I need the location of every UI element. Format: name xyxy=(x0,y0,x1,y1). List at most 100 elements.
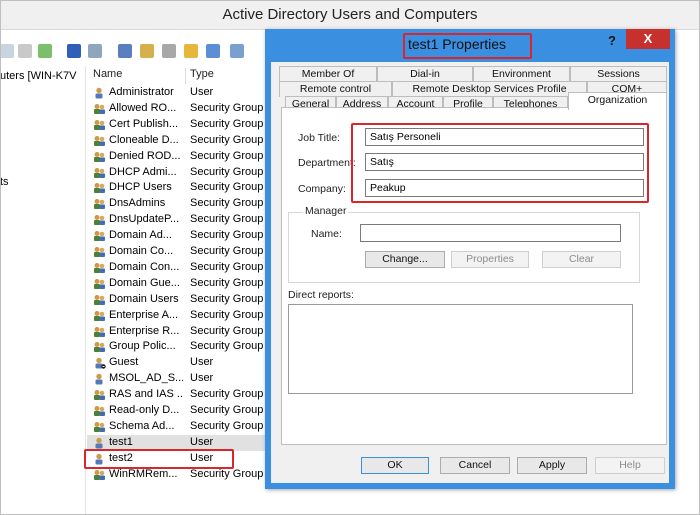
list-row[interactable]: RAS and IAS ... Security Group xyxy=(87,387,267,403)
list-row[interactable]: Enterprise A... Security Group xyxy=(87,308,267,324)
row-type: Security Group xyxy=(190,467,264,480)
list-row[interactable]: Enterprise R... Security Group xyxy=(87,324,267,340)
row-type: Security Group xyxy=(190,181,264,194)
row-type: Security Group xyxy=(190,404,264,416)
list-row[interactable]: Cert Publish... Security Group xyxy=(87,117,267,133)
direct-reports-label: Direct reports: xyxy=(288,289,354,301)
properties-button[interactable]: Properties xyxy=(451,251,529,268)
list-row[interactable]: Domain Gue... Security Group xyxy=(87,276,267,292)
list-row[interactable]: Allowed RO... Security Group xyxy=(87,101,267,117)
list-row[interactable]: DHCP Admi... Security Group xyxy=(87,165,267,181)
list-row[interactable]: WinRMRem... Security Group xyxy=(87,467,267,483)
cancel-button[interactable]: Cancel xyxy=(440,457,510,474)
list-row[interactable]: Administrator User xyxy=(87,85,267,101)
row-name: DnsUpdateP... xyxy=(109,213,180,226)
list-row[interactable]: Denied ROD... Security Group xyxy=(87,149,267,165)
list-row[interactable]: DHCP Users Security Group xyxy=(87,180,267,196)
company-field[interactable]: Peakup xyxy=(365,179,644,197)
row-name: Schema Ad... xyxy=(109,419,175,432)
tab-remote-desktop-profile[interactable]: Remote Desktop Services Profile xyxy=(392,81,587,97)
help-icon[interactable]: ? xyxy=(605,33,619,48)
row-type: Security Group xyxy=(190,419,264,432)
department-label: Department: xyxy=(298,157,356,169)
tab-dial-in[interactable]: Dial-in xyxy=(377,66,473,82)
manager-name-field[interactable] xyxy=(360,224,621,242)
group-icon xyxy=(93,246,106,258)
group-icon xyxy=(93,262,106,274)
list-row[interactable]: Domain Users Security Group xyxy=(87,292,267,308)
row-name: Domain Gue... xyxy=(109,276,180,289)
group-icon xyxy=(93,214,106,226)
new-group-icon[interactable] xyxy=(140,44,154,58)
apply-button[interactable]: Apply xyxy=(517,457,587,474)
tree-item[interactable]: ts xyxy=(0,176,9,188)
column-header-name[interactable]: Name xyxy=(93,68,122,84)
new-user-icon[interactable] xyxy=(118,44,132,58)
list-row[interactable]: Guest User xyxy=(87,355,267,371)
tab-remote-control[interactable]: Remote control xyxy=(279,81,392,97)
list-row[interactable]: Schema Ad... Security Group xyxy=(87,419,267,435)
list-row[interactable]: DnsAdmins Security Group xyxy=(87,196,267,212)
tab-sessions[interactable]: Sessions xyxy=(570,66,667,82)
group-icon xyxy=(93,310,106,322)
toolbar xyxy=(0,40,270,64)
find-icon[interactable] xyxy=(206,44,220,58)
column-header-type[interactable]: Type xyxy=(190,68,214,84)
back-icon[interactable] xyxy=(0,44,14,58)
group-icon xyxy=(93,389,106,401)
job-title-field[interactable]: Satış Personeli xyxy=(365,128,644,146)
row-name: test2 xyxy=(109,451,133,464)
row-type: User xyxy=(190,356,214,369)
tab-organization[interactable]: Organization xyxy=(568,92,667,110)
list-row[interactable]: DnsUpdateP... Security Group xyxy=(87,212,267,228)
row-type: Security Group xyxy=(190,260,264,273)
row-name: Read-only D... xyxy=(109,404,180,416)
group-icon xyxy=(93,119,106,131)
row-name: DnsAdmins xyxy=(109,197,166,210)
change-button[interactable]: Change... xyxy=(365,251,445,268)
list-row[interactable]: Domain Ad... Security Group xyxy=(87,228,267,244)
new-ou-icon[interactable] xyxy=(162,44,176,58)
row-name: DHCP Users xyxy=(109,181,172,194)
row-name: RAS and IAS ... xyxy=(109,388,183,401)
manager-name-label: Name: xyxy=(311,228,342,240)
help-icon[interactable] xyxy=(67,44,81,58)
list-row[interactable]: MSOL_AD_S... User xyxy=(87,371,267,387)
row-name: Cert Publish... xyxy=(109,117,179,130)
list-row[interactable]: Domain Con... Security Group xyxy=(87,260,267,276)
user-icon xyxy=(93,87,106,99)
tree-root-item[interactable]: uters [WIN-K7V xyxy=(0,70,76,82)
column-separator[interactable] xyxy=(185,68,186,84)
row-name: WinRMRem... xyxy=(109,467,178,480)
list-row[interactable]: Cloneable D... Security Group xyxy=(87,133,267,149)
ok-button[interactable]: OK xyxy=(361,457,429,474)
manager-groupbox xyxy=(288,212,640,283)
group-icon xyxy=(93,469,106,481)
row-type: Security Group xyxy=(190,292,264,305)
export-icon[interactable] xyxy=(38,44,52,58)
properties-icon[interactable] xyxy=(88,44,102,58)
group-icon xyxy=(93,198,106,210)
direct-reports-list[interactable] xyxy=(288,304,633,394)
filter-icon[interactable] xyxy=(184,44,198,58)
user-icon xyxy=(93,373,106,385)
list-row[interactable]: test1 User xyxy=(87,434,267,451)
row-type: User xyxy=(190,372,214,385)
help-button[interactable]: Help xyxy=(595,457,665,474)
department-field[interactable]: Satış xyxy=(365,153,644,171)
list-row[interactable]: test2 User xyxy=(87,451,267,467)
copy-icon[interactable] xyxy=(18,44,32,58)
list-row[interactable]: Group Polic... Security Group xyxy=(87,339,267,355)
row-type: Security Group xyxy=(190,149,264,162)
tab-member-of[interactable]: Member Of xyxy=(279,66,377,82)
company-label: Company: xyxy=(298,183,346,195)
group-icon xyxy=(93,151,106,163)
tab-environment[interactable]: Environment xyxy=(473,66,570,82)
row-type: Security Group xyxy=(190,340,264,353)
list-row[interactable]: Domain Co... Security Group xyxy=(87,244,267,260)
clear-button[interactable]: Clear xyxy=(542,251,621,268)
add-to-group-icon[interactable] xyxy=(230,44,244,58)
list-row[interactable]: Read-only D... Security Group xyxy=(87,403,267,419)
row-name: Cloneable D... xyxy=(109,133,179,146)
close-button[interactable]: X xyxy=(626,29,670,49)
